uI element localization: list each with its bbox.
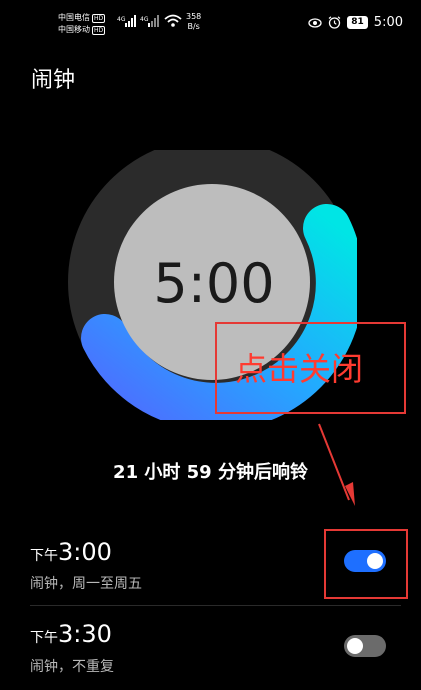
net-speed: 358 B/s	[186, 12, 202, 31]
page-title: 闹钟	[31, 68, 76, 93]
signal-icon: 4G	[117, 15, 136, 27]
alarm-toggle-2[interactable]	[344, 635, 386, 657]
svg-text:4G: 4G	[140, 16, 149, 23]
eye-icon	[308, 17, 322, 28]
hd-badge: HD	[92, 26, 106, 35]
alarm-time-1: 下午3:00	[30, 538, 112, 566]
status-right: 81 5:00	[308, 15, 403, 30]
status-time: 5:00	[373, 15, 403, 30]
signal-icon: 4G	[140, 15, 159, 27]
alarm-time-2: 下午3:30	[30, 620, 112, 648]
annotation-box-toggle	[324, 529, 408, 599]
toggle-knob	[347, 638, 363, 654]
alarm-subtitle-1: 闹钟，周一至周五	[30, 576, 142, 592]
carrier-labels: 中国电信 HD 中国移动 HD	[58, 12, 106, 36]
alarm-clock-icon	[328, 16, 341, 29]
hd-badge: HD	[92, 14, 106, 23]
countdown-text: 21 小时 59 分钟后响铃	[113, 462, 308, 483]
alarm-item-2[interactable]: 下午3:30 闹钟，不重复	[0, 610, 421, 690]
status-bar: 中国电信 HD 中国移动 HD 4G 4G 358 B/s 81 5:00	[0, 0, 421, 44]
alarm-subtitle-2: 闹钟，不重复	[30, 659, 114, 675]
divider	[30, 605, 401, 606]
carrier-1: 中国电信	[58, 13, 90, 22]
wifi-icon	[164, 14, 182, 27]
carrier-2: 中国移动	[58, 25, 90, 34]
battery-badge: 81	[347, 16, 368, 29]
svg-text:4G: 4G	[117, 16, 126, 23]
dial-time: 5:00	[153, 252, 274, 315]
annotation-text: 点击关闭	[235, 350, 364, 388]
